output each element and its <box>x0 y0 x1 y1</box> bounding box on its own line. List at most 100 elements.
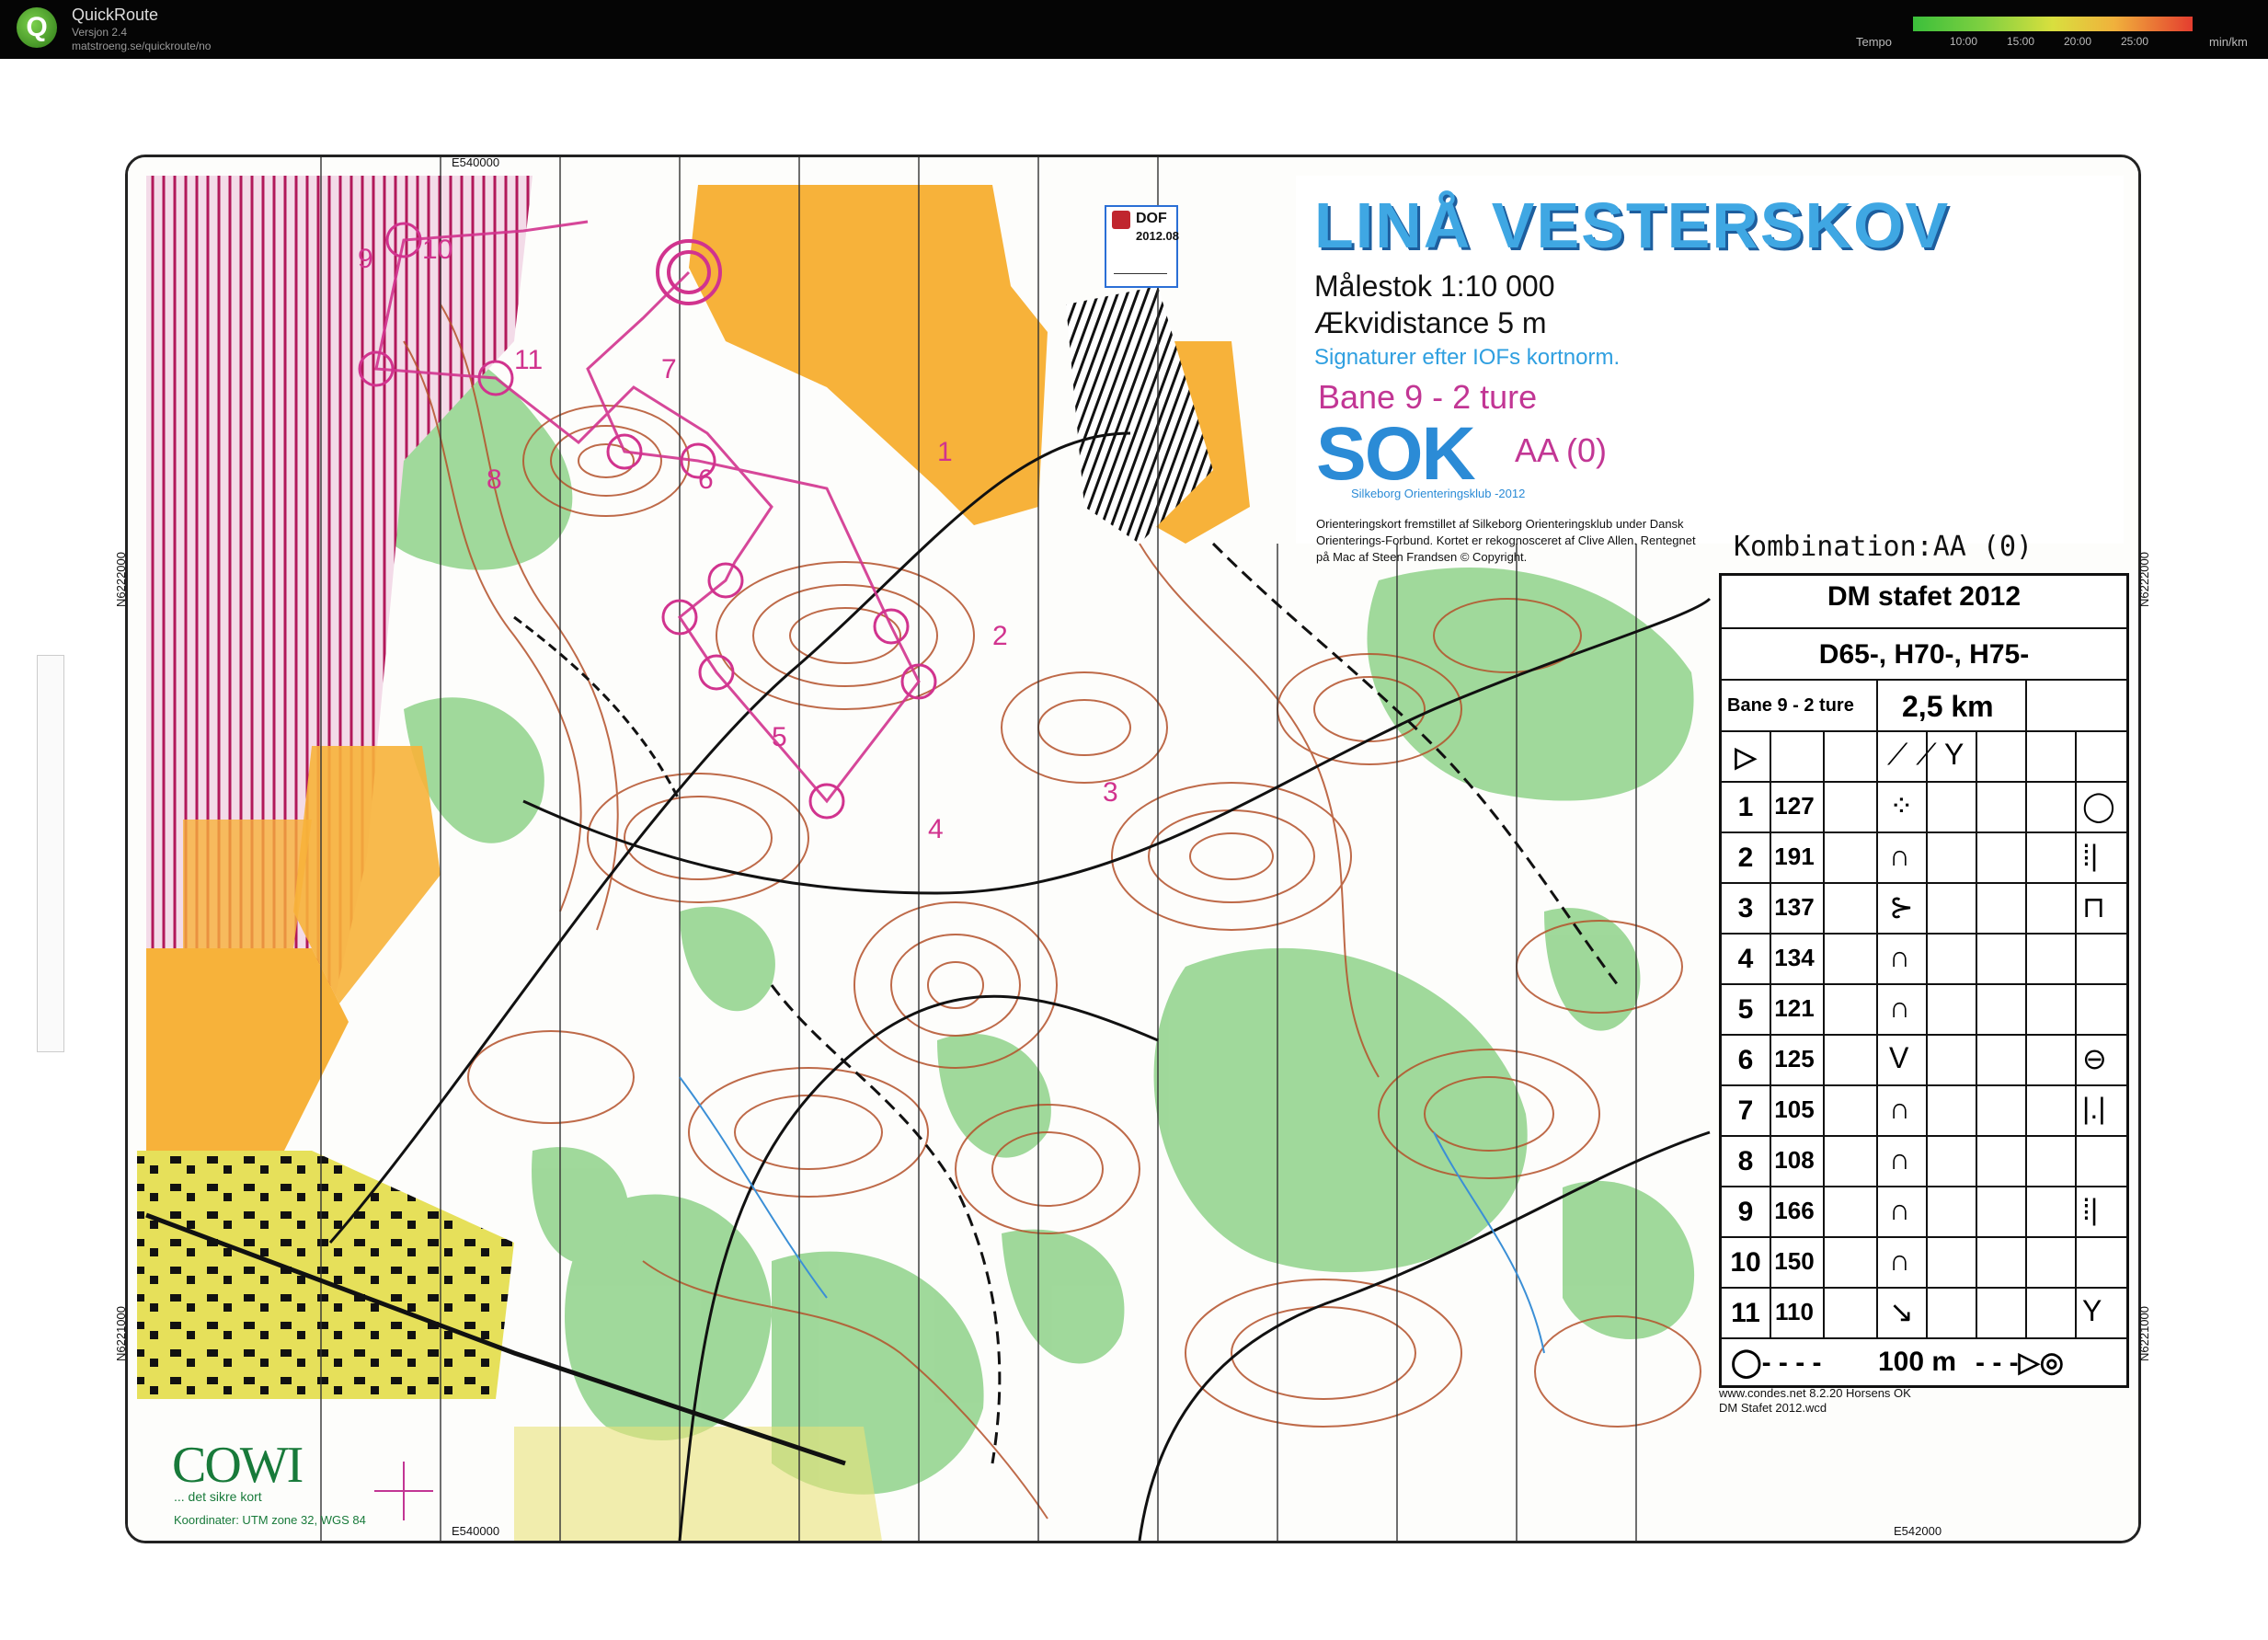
feature-symbol-icon: ∩ <box>1889 1142 1910 1176</box>
dof-org: DOF <box>1136 211 1167 226</box>
grid-label-right-top: N6222000 <box>2137 552 2151 607</box>
location-symbol-icon: ◯ <box>2082 789 2115 822</box>
tempo-tick: 25:00 <box>2121 35 2149 48</box>
dof-logo-icon <box>1112 211 1130 229</box>
control-number: 2 <box>1737 843 1754 873</box>
control-row: 9 166 ∩ ⁞| <box>1722 1186 2126 1238</box>
dof-badge: DOF 2012.08 <box>1105 205 1179 288</box>
course-header-row: Bane 9 - 2 ture 2,5 km <box>1722 679 2126 732</box>
feature-symbol-icon: ∩ <box>1889 991 1910 1024</box>
event-name: DM stafet 2012 <box>1827 581 2022 612</box>
control-number: 11 <box>1731 1298 1760 1328</box>
tempo-color-scale <box>1913 17 2193 31</box>
control-number: 4 <box>1737 944 1754 974</box>
control-description-table: DM stafet 2012 D65-, H70-, H75- Bane 9 -… <box>1719 573 2129 1388</box>
feature-symbol-icon: ↘ <box>1889 1295 1914 1328</box>
location-symbol-icon: ⁞| <box>2082 839 2099 872</box>
app-url[interactable]: matstroeng.se/quickroute/no <box>72 40 211 52</box>
grid-label-bottom-left: E540000 <box>452 1524 500 1538</box>
app-name: QuickRoute <box>72 6 159 24</box>
control-label: 2 <box>992 621 1008 651</box>
feature-symbol-icon: V <box>1889 1041 1909 1074</box>
control-number: 9 <box>1737 1197 1754 1227</box>
club-logo: SOK <box>1316 412 1476 496</box>
feature-symbol-icon: ∩ <box>1889 1244 1910 1277</box>
feature-symbol-icon: ∩ <box>1889 839 1910 872</box>
control-code: 150 <box>1774 1247 1815 1275</box>
location-symbol-icon: |.| <box>2082 1092 2106 1125</box>
control-number: 8 <box>1737 1146 1754 1176</box>
control-row: 6 125 V ⊖ <box>1722 1034 2126 1086</box>
control-number: 1 <box>1737 792 1754 822</box>
combination-code: AA (0) <box>1515 431 1608 469</box>
control-code: 105 <box>1774 1095 1815 1123</box>
control-label: 1 <box>937 437 953 467</box>
control-code: 121 <box>1774 994 1815 1022</box>
control-code: 166 <box>1774 1197 1815 1224</box>
control-code: 134 <box>1774 944 1815 971</box>
class-list: D65-, H70-, H75- <box>1722 627 2126 681</box>
map-title: LINÅ VESTERSKOV <box>1314 189 1951 261</box>
quickroute-logo-icon: Q <box>17 7 57 48</box>
control-code: 191 <box>1774 843 1815 870</box>
control-code: 125 <box>1774 1045 1815 1072</box>
finish-row: ◯- - - - 100 m - - -▷◎ <box>1722 1337 2126 1387</box>
finish-circle-icon: - - -▷◎ <box>1976 1348 2064 1378</box>
finish-start-circle-icon: ◯- - - - <box>1731 1348 1822 1378</box>
control-number: 6 <box>1737 1045 1754 1075</box>
grid-label-right-bottom: N6221000 <box>2137 1306 2151 1361</box>
app-version: Versjon 2.4 <box>72 26 128 39</box>
feature-symbol-icon: ∩ <box>1889 940 1910 973</box>
control-label: 11 <box>514 345 543 375</box>
location-symbol-icon: ⊓ <box>2082 890 2105 923</box>
control-code: 127 <box>1774 792 1815 820</box>
coordinate-note: Koordinater: UTM zone 32, WGS 84 <box>174 1513 366 1527</box>
cowi-tagline: ... det sikre kort <box>174 1489 262 1504</box>
tempo-tick: 20:00 <box>2064 35 2092 48</box>
location-symbol-icon: ⊖ <box>2082 1042 2107 1075</box>
control-number: 7 <box>1737 1095 1754 1126</box>
feature-symbol-icon: ⁘ <box>1889 789 1914 822</box>
tempo-tick: 10:00 <box>1950 35 1978 48</box>
control-number: 10 <box>1730 1247 1761 1278</box>
club-name: Silkeborg Orienteringsklub -2012 <box>1351 487 1526 500</box>
tempo-tick: 15:00 <box>2007 35 2035 48</box>
control-row: 10 150 ∩ <box>1722 1236 2126 1289</box>
condes-info: www.condes.net 8.2.20 Horsens OK DM Staf… <box>1719 1386 1911 1416</box>
condes-line: www.condes.net 8.2.20 Horsens OK <box>1719 1386 1911 1400</box>
condes-line: DM Stafet 2012.wcd <box>1719 1401 1827 1415</box>
control-number: 5 <box>1737 994 1754 1025</box>
start-row: ▷ ⟋ ⟋ Y <box>1722 730 2126 783</box>
scanner-edge-mark <box>37 655 64 1052</box>
tempo-label: Tempo <box>1856 35 1893 49</box>
start-triangle-icon: ▷ <box>1735 742 1757 773</box>
location-symbol-icon: Y <box>2082 1294 2102 1327</box>
control-label: 9 <box>358 244 373 274</box>
control-row: 7 105 ∩ |.| <box>1722 1084 2126 1137</box>
tempo-unit: min/km <box>2209 35 2248 49</box>
control-label: 4 <box>928 814 944 844</box>
control-code: 110 <box>1775 1298 1814 1325</box>
control-label: 6 <box>698 464 714 495</box>
control-code: 137 <box>1774 893 1815 921</box>
control-code: 108 <box>1774 1146 1815 1174</box>
orienteering-map[interactable]: 1 2 3 4 5 6 7 8 9 10 11 DOF 2012.08 LINÅ… <box>125 155 2141 1543</box>
cowi-logo: COWI <box>172 1437 304 1494</box>
control-label: 5 <box>772 722 787 752</box>
grid-label-bottom-right: E542000 <box>1894 1524 1942 1538</box>
grid-label-left-top: N6222000 <box>114 552 128 607</box>
control-row: 5 121 ∩ <box>1722 983 2126 1036</box>
dof-code: 2012.08 <box>1136 229 1179 243</box>
control-number: 3 <box>1737 893 1754 923</box>
control-row: 8 108 ∩ <box>1722 1135 2126 1187</box>
contour-interval: Ækvidistance 5 m <box>1314 306 1547 339</box>
map-credit: Orienteringskort fremstillet af Silkebor… <box>1316 517 1696 564</box>
symbols-note: Signaturer efter IOFs kortnorm. <box>1314 345 1621 370</box>
finish-distance: 100 m <box>1878 1347 1957 1377</box>
feature-symbol-icon: ∩ <box>1889 1193 1910 1226</box>
location-symbol-icon: ⁞| <box>2082 1193 2099 1226</box>
control-row: 3 137 ⊱ ⊓ <box>1722 882 2126 935</box>
map-scale: Målestok 1:10 000 <box>1314 270 1555 303</box>
feature-symbol-icon: ∩ <box>1889 1092 1910 1125</box>
control-label: 8 <box>487 464 502 495</box>
